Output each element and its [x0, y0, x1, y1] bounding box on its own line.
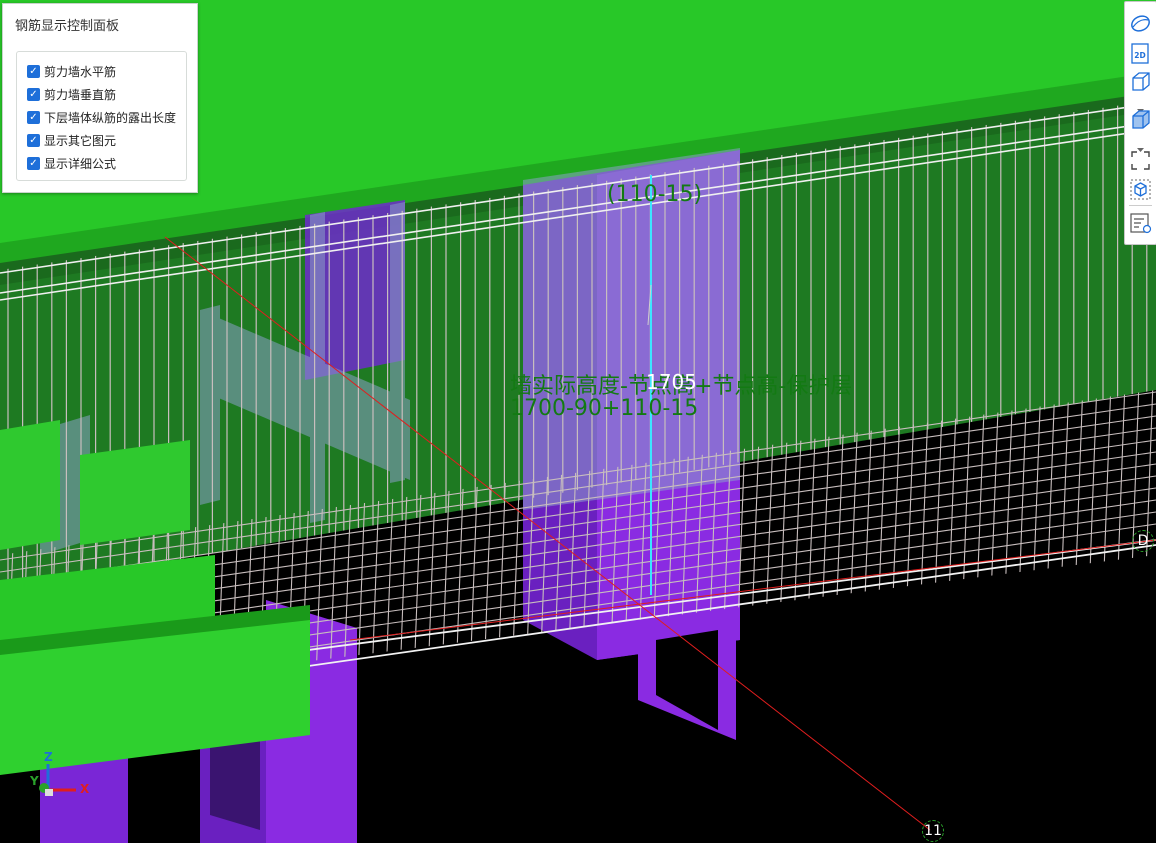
option-lower-wall-exposed-length[interactable]: ✓ 下层墙体纵筋的露出长度 — [27, 108, 176, 126]
length-value-label: 1705 — [646, 370, 697, 394]
3d-solid-box-icon[interactable] — [1129, 108, 1152, 131]
option-label: 剪力墙水平筋 — [44, 64, 117, 79]
grid-axis-badge-11: 11 — [922, 820, 944, 842]
fullscreen-icon[interactable] — [1129, 149, 1152, 172]
glass-post-2 — [310, 212, 325, 523]
2d-view-icon[interactable]: 2D — [1129, 42, 1152, 65]
list-view-icon[interactable] — [1129, 212, 1152, 235]
orbit-icon[interactable] — [1129, 12, 1152, 35]
option-label: 下层墙体纵筋的露出长度 — [44, 110, 177, 125]
3d-box-icon[interactable] — [1129, 70, 1152, 93]
formula-numbers-label: 1700-90+110-15 — [510, 396, 699, 421]
top-formula-label: (110-15) — [607, 182, 703, 207]
panel-options-box: ✓ 剪力墙水平筋 ✓ 剪力墙垂直筋 ✓ 下层墙体纵筋的露出长度 ✓ 显示其它图元… — [16, 51, 187, 181]
checkbox-checked-icon[interactable]: ✓ — [27, 64, 40, 78]
option-show-detailed-formula[interactable]: ✓ 显示详细公式 — [27, 154, 116, 172]
panel-title: 钢筋显示控制面板 — [15, 19, 120, 34]
glass-frame-post — [200, 305, 220, 505]
slab-left-1 — [0, 420, 60, 550]
checkbox-checked-icon[interactable]: ✓ — [27, 87, 40, 101]
toolbar-divider — [1129, 205, 1152, 206]
option-shear-wall-vertical[interactable]: ✓ 剪力墙垂直筋 — [27, 85, 116, 103]
checkbox-checked-icon[interactable]: ✓ — [27, 156, 40, 170]
option-show-other-elements[interactable]: ✓ 显示其它图元 — [27, 131, 116, 149]
2d-label: 2D — [1134, 51, 1145, 60]
triad-z-label: Z — [44, 750, 53, 764]
option-label: 显示其它图元 — [44, 133, 117, 148]
checkbox-checked-icon[interactable]: ✓ — [27, 110, 40, 124]
triad-x-label: X — [80, 782, 90, 796]
view-toolbar: 2D — [1124, 1, 1156, 245]
option-label: 剪力墙垂直筋 — [44, 87, 117, 102]
slab-left-2 — [80, 440, 190, 545]
grid-axis-badge-d: D — [1132, 530, 1154, 552]
triad-y-label: Y — [30, 774, 39, 788]
rebar-display-control-panel: 钢筋显示控制面板 ✓ 剪力墙水平筋 ✓ 剪力墙垂直筋 ✓ 下层墙体纵筋的露出长度… — [2, 3, 198, 193]
chevron-down-icon[interactable] — [1136, 99, 1145, 113]
chevron-down-icon[interactable] — [1136, 138, 1145, 152]
checkbox-checked-icon[interactable]: ✓ — [27, 133, 40, 147]
option-label: 显示详细公式 — [44, 156, 117, 171]
option-shear-wall-horizontal[interactable]: ✓ 剪力墙水平筋 — [27, 62, 116, 80]
3d-select-icon[interactable] — [1129, 178, 1152, 201]
coordinate-triad: Z Y X — [28, 750, 90, 802]
